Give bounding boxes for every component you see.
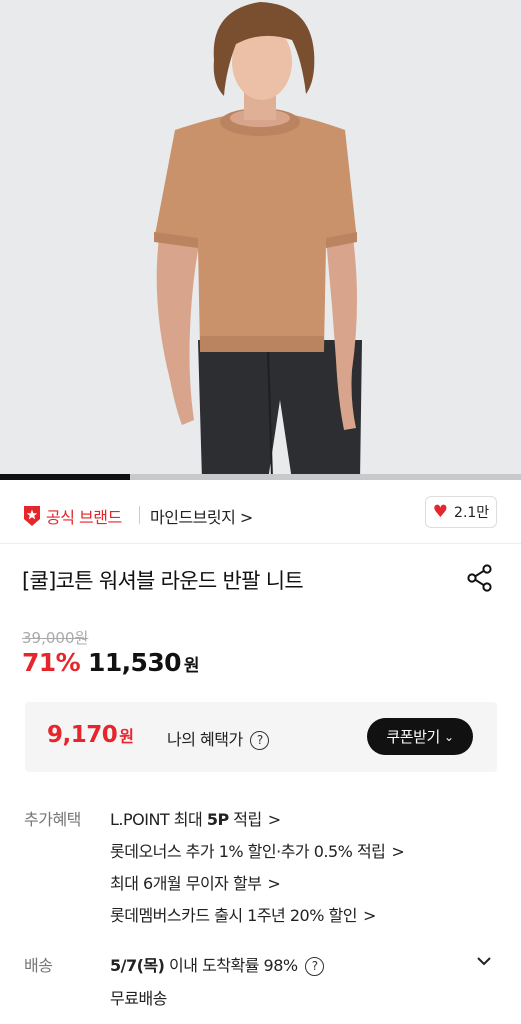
benefit-price-currency: 원 bbox=[119, 727, 134, 746]
chevron-right-icon: > bbox=[267, 810, 281, 829]
benefit-price-value: 9,170 bbox=[47, 722, 118, 748]
get-coupon-label: 쿠폰받기 bbox=[386, 728, 440, 746]
brand-name-link[interactable]: 마인드브릿지 > bbox=[150, 504, 253, 528]
shipping-date: 5/7(목) bbox=[110, 956, 165, 975]
benefit-item-suffix: 적립 bbox=[228, 810, 262, 829]
divider bbox=[139, 506, 140, 524]
like-button[interactable]: ♥ 2.1만 bbox=[425, 496, 497, 528]
product-image[interactable] bbox=[0, 0, 521, 480]
benefit-item-text: 최대 6개월 무이자 할부 bbox=[110, 874, 262, 893]
shipping-probability: 이내 도착확률 98% bbox=[164, 956, 298, 975]
like-count: 2.1만 bbox=[454, 505, 490, 521]
benefit-item-installment[interactable]: 최대 6개월 무이자 할부 > bbox=[110, 870, 281, 894]
chevron-right-icon: > bbox=[267, 874, 281, 893]
benefit-item-lotte-owners[interactable]: 롯데오너스 추가 1% 할인·추가 0.5% 적립 > bbox=[110, 838, 405, 862]
discount-rate: 71% bbox=[22, 648, 81, 677]
currency-unit: 원 bbox=[183, 656, 200, 676]
share-icon[interactable] bbox=[465, 563, 495, 593]
chevron-right-icon: > bbox=[239, 508, 253, 527]
my-benefit-box: 9,170 원 나의 혜택가 ? 쿠폰받기 ⌄ bbox=[25, 702, 497, 772]
model-illustration bbox=[0, 0, 521, 480]
chevron-down-icon: ⌄ bbox=[443, 729, 454, 744]
chevron-right-icon: > bbox=[391, 842, 405, 861]
benefit-price: 9,170 원 bbox=[47, 722, 134, 748]
brand-name: 마인드브릿지 bbox=[150, 508, 236, 527]
benefit-item-text: 롯데오너스 추가 1% 할인·추가 0.5% 적립 bbox=[110, 842, 386, 861]
get-coupon-button[interactable]: 쿠폰받기 ⌄ bbox=[367, 718, 473, 755]
official-brand-label: 공식 브랜드 bbox=[46, 508, 122, 527]
shipping-estimate: 5/7(목) 이내 도착확률 98% ? bbox=[110, 952, 325, 976]
help-icon[interactable]: ? bbox=[305, 957, 325, 976]
heart-icon: ♥ bbox=[432, 501, 449, 522]
extra-benefits-label: 추가혜택 bbox=[24, 810, 81, 829]
chevron-down-icon[interactable] bbox=[474, 951, 494, 971]
original-price: 39,000원 bbox=[22, 629, 89, 647]
carousel-progress bbox=[0, 474, 521, 480]
benefit-item-bold: 5P bbox=[206, 810, 229, 829]
official-badge-icon bbox=[24, 506, 40, 526]
help-icon[interactable]: ? bbox=[250, 731, 270, 750]
product-title: [쿨]코튼 워셔블 라운드 반팔 니트 bbox=[22, 569, 304, 593]
shipping-label: 배송 bbox=[24, 956, 53, 975]
benefit-label: 나의 혜택가 ? bbox=[167, 726, 270, 750]
benefit-item-text: L.POINT 최대 bbox=[110, 810, 207, 829]
official-brand-badge[interactable]: 공식 브랜드 bbox=[22, 504, 122, 528]
benefit-label-text: 나의 혜택가 bbox=[167, 730, 243, 749]
sale-price: 11,530 bbox=[88, 648, 181, 677]
carousel-progress-fill bbox=[0, 474, 131, 480]
benefit-item-lpoint[interactable]: L.POINT 최대 5P 적립 > bbox=[110, 806, 281, 830]
benefit-item-lotte-members-card[interactable]: 롯데멤버스카드 출시 1주년 20% 할인 > bbox=[110, 902, 376, 926]
price-row: 71% 11,530 원 bbox=[22, 648, 200, 677]
free-shipping: 무료배송 bbox=[110, 989, 167, 1008]
benefit-item-text: 롯데멤버스카드 출시 1주년 20% 할인 bbox=[110, 906, 357, 925]
chevron-right-icon: > bbox=[362, 906, 376, 925]
brand-row: 공식 브랜드 마인드브릿지 > ♥ 2.1만 bbox=[0, 488, 521, 544]
